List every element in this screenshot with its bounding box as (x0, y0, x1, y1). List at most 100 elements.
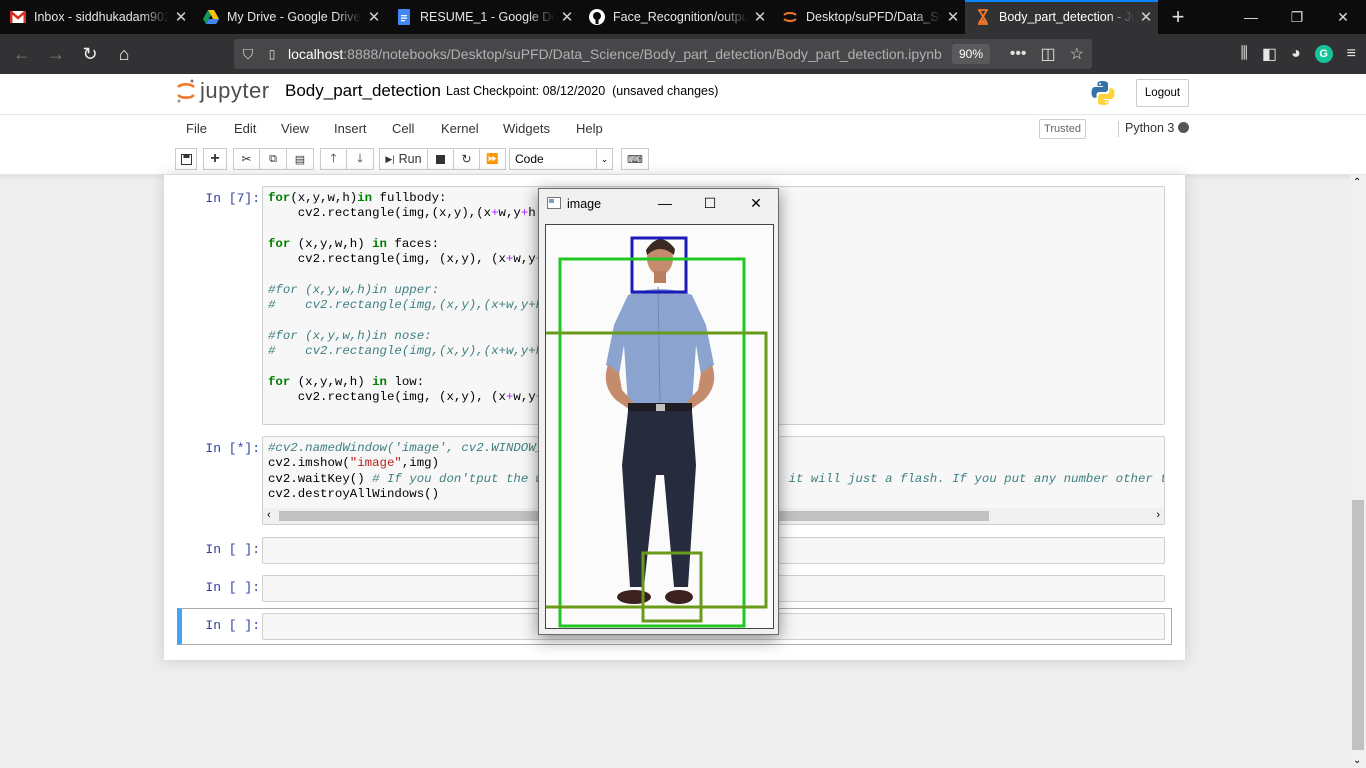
run-label: Run (398, 152, 422, 166)
run-icon: ▶| (385, 153, 395, 164)
navigation-bar: ← → ↻ ⌂ ⛉ ▯ localhost:8888/notebooks/Des… (0, 34, 1366, 74)
url-path: :8888/notebooks/Desktop/suPFD/Data_Scien… (343, 46, 942, 62)
close-icon[interactable]: ✕ (748, 8, 772, 26)
tab-github[interactable]: Face_Recognition/outpu ✕ (579, 0, 772, 34)
tab-google-docs[interactable]: RESUME_1 - Google Docs ✕ (386, 0, 579, 34)
kernel-busy-indicator (1178, 122, 1189, 133)
hourglass-icon (975, 9, 991, 25)
shield-icon[interactable]: ⛉ (234, 46, 262, 63)
close-window-icon[interactable]: ✕ (744, 193, 768, 213)
logout-button[interactable]: Logout (1136, 79, 1189, 107)
jupyter-icon (782, 9, 798, 25)
menu-cell[interactable]: Cell (392, 121, 414, 136)
scroll-right-icon[interactable]: › (1156, 509, 1160, 521)
tab-label: Face_Recognition/outpu (613, 10, 748, 24)
close-icon[interactable]: ✕ (941, 8, 965, 26)
close-icon[interactable]: ✕ (169, 8, 193, 26)
maximize-icon[interactable]: ☐ (698, 193, 722, 213)
keyboard-icon[interactable]: ⌨ (621, 148, 649, 170)
gmail-icon (10, 9, 26, 25)
close-icon[interactable]: ✕ (555, 8, 579, 26)
home-icon[interactable]: ⌂ (108, 38, 140, 70)
chevron-down-icon: ⌄ (596, 149, 612, 169)
close-icon[interactable]: ✕ (1134, 8, 1158, 26)
account-icon[interactable]: ◕ (1291, 45, 1301, 63)
google-drive-icon (203, 9, 219, 25)
kernel-name[interactable]: Python 3 (1118, 121, 1174, 137)
cell-prompt: In [7]: (205, 191, 260, 206)
restore-icon[interactable]: ❐ (1274, 0, 1320, 34)
save-icon[interactable] (175, 148, 197, 170)
jupyter-header: jupyter Body_part_detection Last Checkpo… (0, 74, 1366, 115)
back-icon[interactable]: ← (6, 38, 38, 70)
menu-icon[interactable]: ≡ (1347, 45, 1356, 63)
menu-insert[interactable]: Insert (334, 121, 367, 136)
checkpoint-status: Last Checkpoint: 08/12/2020 (unsaved cha… (446, 84, 718, 98)
page-actions-icon[interactable]: ••• (1010, 45, 1027, 63)
autosave-status: (unsaved changes) (612, 84, 719, 98)
sidebar-icon[interactable]: ◧ (1262, 44, 1277, 64)
cell-prompt: In [ ]: (205, 618, 260, 633)
close-icon[interactable]: ✕ (362, 8, 386, 26)
library-icon[interactable]: ⫼ (1240, 45, 1247, 63)
run-button[interactable]: ▶| Run (379, 148, 428, 170)
scrollbar-thumb[interactable] (1352, 500, 1364, 750)
tab-body-part-detection[interactable]: Body_part_detection - Ju ✕ (965, 0, 1158, 34)
menu-help[interactable]: Help (576, 121, 603, 136)
checkpoint-text: Last Checkpoint: 08/12/2020 (446, 84, 606, 98)
paste-icon[interactable]: ▤ (286, 148, 314, 170)
address-bar[interactable]: ⛉ ▯ localhost:8888/notebooks/Desktop/suP… (234, 39, 1092, 69)
jupyter-logo-icon (177, 79, 195, 103)
minimize-icon[interactable]: — (653, 193, 677, 213)
scroll-up-icon[interactable]: ⌃ (1353, 177, 1361, 188)
move-down-icon[interactable]: 🡓 (346, 148, 374, 170)
zoom-level[interactable]: 90% (951, 44, 990, 64)
tab-label: Inbox - siddhukadam902 (34, 10, 169, 24)
tab-bar: Inbox - siddhukadam902 ✕ My Drive - Goog… (0, 0, 1366, 34)
tab-gmail[interactable]: Inbox - siddhukadam902 ✕ (0, 0, 193, 34)
restart-icon[interactable]: ↻ (453, 148, 480, 170)
copy-icon[interactable]: ⧉ (259, 148, 287, 170)
pocket-icon[interactable]: ◫ (1041, 44, 1056, 64)
menu-file[interactable]: File (186, 121, 207, 136)
tab-google-drive[interactable]: My Drive - Google Drive ✕ (193, 0, 386, 34)
notebook-name[interactable]: Body_part_detection (285, 81, 441, 101)
minimize-icon[interactable]: — (1228, 0, 1274, 34)
new-tab-button[interactable]: + (1158, 0, 1198, 34)
add-cell-icon[interactable]: + (203, 148, 227, 170)
cell-type-select[interactable]: Code ⌄ (509, 148, 613, 170)
detection-image (545, 224, 774, 629)
forward-icon[interactable]: → (40, 38, 72, 70)
scroll-left-icon[interactable]: ‹ (267, 509, 271, 521)
person-photo (546, 236, 768, 628)
interrupt-icon[interactable] (427, 148, 454, 170)
python-logo-icon (1090, 80, 1116, 109)
scroll-down-icon[interactable]: ⌄ (1353, 755, 1361, 766)
jupyter-logo[interactable]: jupyter (176, 78, 270, 104)
restart-run-all-icon[interactable]: ⏩ (479, 148, 506, 170)
cut-icon[interactable]: ✂ (233, 148, 260, 170)
tab-jupyter-tree[interactable]: Desktop/suPFD/Data_Sc ✕ (772, 0, 965, 34)
reload-icon[interactable]: ↻ (74, 38, 106, 70)
image-window-title: image (567, 197, 602, 211)
page-info-icon[interactable]: ▯ (262, 47, 282, 61)
notebook-toolbar: + ✂ ⧉ ▤ 🡑 🡓 ▶| Run ↻ ⏩ Code ⌄ ⌨ (0, 143, 1366, 175)
image-window[interactable]: image — ☐ ✕ (538, 188, 779, 635)
menu-view[interactable]: View (281, 121, 309, 136)
url-host: localhost (288, 46, 344, 62)
tab-label: Desktop/suPFD/Data_Sc (806, 10, 941, 24)
move-up-icon[interactable]: 🡑 (320, 148, 347, 170)
notebook-menubar: File Edit View Insert Cell Kernel Widget… (0, 115, 1366, 143)
grammarly-icon[interactable]: G (1314, 45, 1333, 63)
window-app-icon (547, 197, 561, 212)
trusted-badge[interactable]: Trusted (1039, 119, 1086, 139)
tab-label: My Drive - Google Drive (227, 10, 361, 24)
tab-label: Body_part_detection - Ju (999, 10, 1134, 24)
menu-kernel[interactable]: Kernel (441, 121, 479, 136)
bookmark-star-icon[interactable]: ☆ (1070, 44, 1084, 64)
page-vertical-scrollbar[interactable]: ⌃ ⌄ (1350, 175, 1366, 768)
google-docs-icon (396, 9, 412, 25)
close-window-icon[interactable]: ✕ (1320, 0, 1366, 34)
menu-widgets[interactable]: Widgets (503, 121, 550, 136)
menu-edit[interactable]: Edit (234, 121, 256, 136)
